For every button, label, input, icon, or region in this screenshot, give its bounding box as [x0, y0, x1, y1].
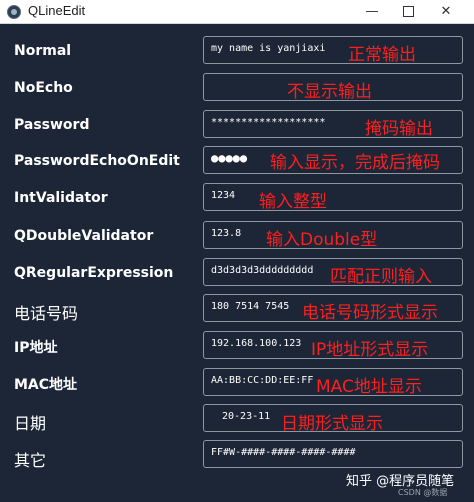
input-password-value: *******************	[211, 117, 326, 128]
label-ip-address: IP地址	[14, 340, 58, 356]
label-qregular-expression: QRegularExpression	[14, 265, 174, 281]
note-password-echo-on-edit: 输入显示，完成后掩码	[270, 153, 440, 173]
label-noecho: NoEcho	[14, 80, 73, 96]
label-other: 其它	[14, 451, 47, 470]
qlineedit-window: QLineEdit — ✕ Normal my name is yanjiaxi…	[0, 0, 474, 502]
input-mac-address-value: AA:BB:CC:DD:EE:FF	[211, 375, 314, 386]
note-qdouble-validator: 输入Double型	[266, 230, 378, 250]
label-password-echo-on-edit: PasswordEchoOnEdit	[14, 153, 180, 169]
note-ip-address: IP地址形式显示	[311, 340, 429, 360]
input-phone-number-value: 180 7514 7545	[211, 301, 290, 312]
label-phone-number: 电话号码	[14, 304, 79, 323]
window-title: QLineEdit	[28, 3, 86, 18]
label-password: Password	[14, 117, 90, 133]
note-qregular-expression: 匹配正则输入	[330, 267, 432, 287]
input-normal[interactable]: my name is yanjiaxi	[203, 36, 463, 64]
input-qregular-expression-value: d3d3d3d3ddddddddd	[211, 265, 314, 276]
input-other-value: FF#W-####-####-####-####	[211, 447, 356, 458]
label-normal: Normal	[14, 43, 72, 59]
app-icon	[7, 5, 21, 19]
note-mac-address: MAC地址显示	[316, 377, 422, 397]
maximize-button[interactable]	[390, 0, 426, 24]
input-qdouble-validator-value: 123.8	[211, 228, 242, 239]
label-date: 日期	[14, 414, 47, 433]
label-int-validator: IntValidator	[14, 190, 108, 206]
title-bar: QLineEdit — ✕	[0, 0, 474, 24]
input-int-validator[interactable]: 1234	[203, 183, 463, 211]
maximize-icon	[402, 6, 414, 17]
input-ip-address-value: 192.168.100.123	[211, 338, 302, 349]
csdn-watermark: CSDN @数据	[398, 488, 448, 497]
input-normal-value: my name is yanjiaxi	[211, 43, 326, 54]
note-date: 日期形式显示	[281, 414, 383, 434]
input-date-value: 20-23-11	[222, 411, 271, 422]
note-phone-number: 电话号码形式显示	[302, 303, 438, 323]
minimize-button[interactable]: —	[354, 0, 390, 24]
input-int-validator-value: 1234	[211, 190, 236, 201]
close-button[interactable]: ✕	[428, 0, 464, 24]
input-password-echo-on-edit-value: ●●●●●	[211, 151, 248, 165]
note-normal: 正常输出	[348, 45, 416, 65]
input-other[interactable]: FF#W-####-####-####-####	[203, 440, 463, 468]
label-mac-address: MAC地址	[14, 377, 78, 393]
note-noecho: 不显示输出	[287, 82, 372, 102]
note-password: 掩码输出	[365, 119, 433, 139]
note-int-validator: 输入整型	[259, 192, 327, 212]
label-qdouble-validator: QDoubleValidator	[14, 228, 154, 244]
